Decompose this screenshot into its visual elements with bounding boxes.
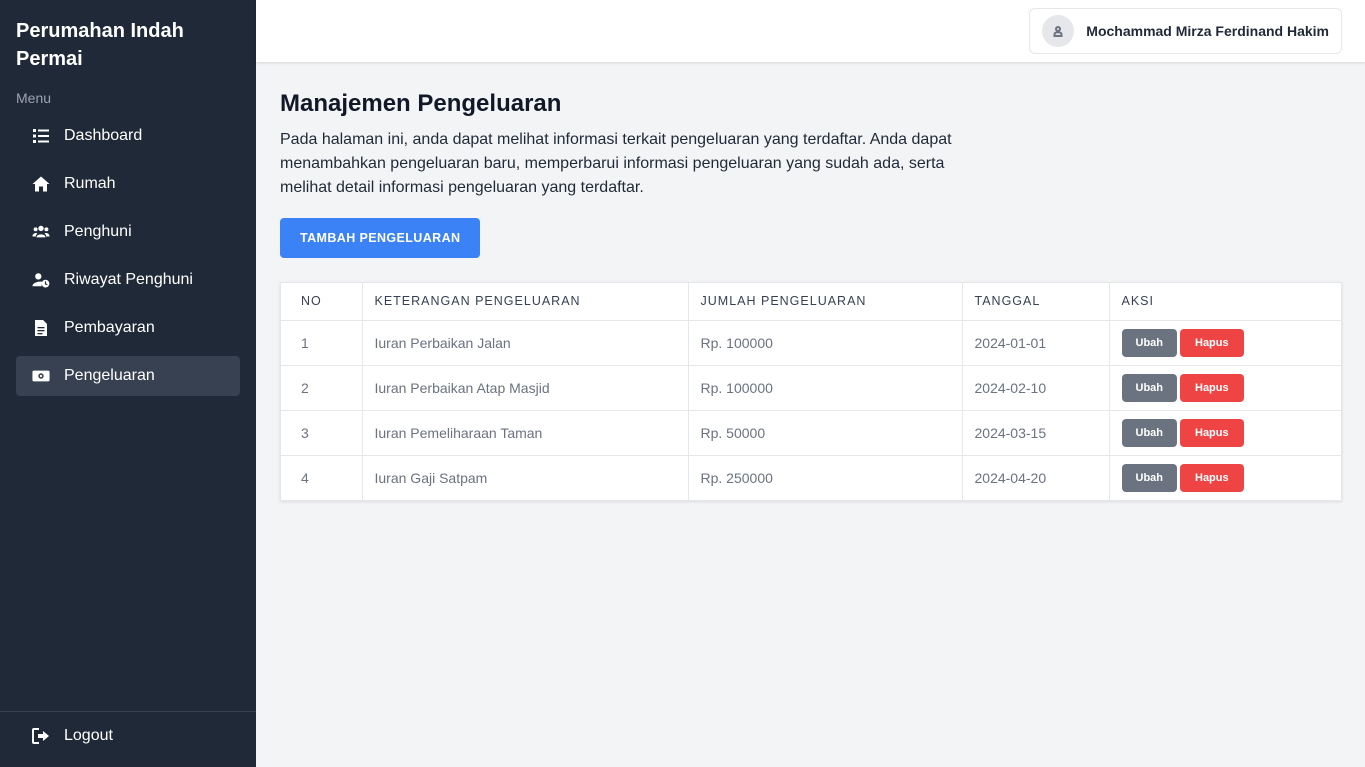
cell-aksi: Ubah Hapus xyxy=(1109,455,1341,500)
user-menu[interactable]: Mochammad Mirza Ferdinand Hakim xyxy=(1029,8,1342,54)
cell-jumlah: Rp. 100000 xyxy=(688,320,963,366)
list-icon xyxy=(32,127,50,145)
column-header-jumlah: JUMLAH PENGELUARAN xyxy=(688,283,963,321)
expense-table: NO KETERANGAN PENGELUARAN JUMLAH PENGELU… xyxy=(281,283,1341,500)
cell-tanggal: 2024-04-20 xyxy=(962,455,1110,500)
table-header-row: NO KETERANGAN PENGELUARAN JUMLAH PENGELU… xyxy=(281,283,1341,321)
delete-button[interactable]: Hapus xyxy=(1180,328,1244,357)
table-row: 4 Iuran Gaji Satpam Rp. 250000 2024-04-2… xyxy=(281,455,1341,500)
app-title: Perumahan Indah Permai xyxy=(16,20,184,70)
cell-tanggal: 2024-02-10 xyxy=(962,365,1110,411)
main-content: Manajemen Pengeluaran Pada halaman ini, … xyxy=(280,88,1342,501)
page-title: Manajemen Pengeluaran xyxy=(280,90,562,117)
column-header-keterangan: KETERANGAN PENGELUARAN xyxy=(362,283,689,321)
user-name: Mochammad Mirza Ferdinand Hakim xyxy=(1086,23,1329,39)
delete-button[interactable]: Hapus xyxy=(1180,463,1244,492)
cell-jumlah: Rp. 250000 xyxy=(688,455,963,500)
add-expense-button[interactable]: TAMBAH PENGELUARAN xyxy=(280,218,481,258)
home-icon xyxy=(32,175,50,193)
sidebar-item-penghuni[interactable]: Penghuni xyxy=(16,212,240,252)
document-icon xyxy=(32,319,50,337)
column-header-aksi: AKSI xyxy=(1109,283,1341,321)
sidebar-item-riwayat-penghuni[interactable]: Riwayat Penghuni xyxy=(16,260,240,300)
cell-keterangan: Iuran Perbaikan Jalan xyxy=(362,320,689,366)
sidebar-item-label: Dashboard xyxy=(64,127,143,144)
table-row: 2 Iuran Perbaikan Atap Masjid Rp. 100000… xyxy=(281,365,1341,411)
cell-no: 4 xyxy=(281,455,363,500)
sidebar-item-label: Rumah xyxy=(64,175,116,192)
logout-button[interactable]: Logout xyxy=(16,716,240,756)
cell-tanggal: 2024-01-01 xyxy=(962,320,1110,366)
sidebar-item-rumah[interactable]: Rumah xyxy=(16,164,240,204)
cell-keterangan: Iuran Perbaikan Atap Masjid xyxy=(362,365,689,411)
sidebar-item-label: Pengeluaran xyxy=(64,367,155,384)
cell-keterangan: Iuran Pemeliharaan Taman xyxy=(362,410,689,456)
edit-button[interactable]: Ubah xyxy=(1121,328,1177,357)
money-icon xyxy=(32,367,50,385)
user-clock-icon xyxy=(32,271,50,289)
edit-button[interactable]: Ubah xyxy=(1121,418,1177,447)
column-header-no: NO xyxy=(281,283,363,321)
cell-jumlah: Rp. 50000 xyxy=(688,410,963,456)
column-header-tanggal: TANGGAL xyxy=(962,283,1110,321)
edit-button[interactable]: Ubah xyxy=(1121,373,1177,402)
users-icon xyxy=(32,223,50,241)
delete-button[interactable]: Hapus xyxy=(1180,418,1244,447)
menu-label: Menu xyxy=(16,90,52,106)
cell-keterangan: Iuran Gaji Satpam xyxy=(362,455,689,500)
sidebar-nav: Dashboard Rumah Penghuni Riwayat Penghun… xyxy=(16,116,240,404)
cell-tanggal: 2024-03-15 xyxy=(962,410,1110,456)
page-description: Pada halaman ini, anda dapat melihat inf… xyxy=(280,131,952,196)
sidebar-divider xyxy=(0,711,256,712)
sidebar-item-pembayaran[interactable]: Pembayaran xyxy=(16,308,240,348)
logout-label: Logout xyxy=(64,727,113,744)
sidebar-item-label: Penghuni xyxy=(64,223,132,240)
avatar xyxy=(1042,15,1075,47)
cell-no: 3 xyxy=(281,410,363,456)
topbar: Mochammad Mirza Ferdinand Hakim xyxy=(256,0,1365,62)
user-icon xyxy=(1053,26,1063,37)
sidebar-item-label: Pembayaran xyxy=(64,319,155,336)
expense-table-container: NO KETERANGAN PENGELUARAN JUMLAH PENGELU… xyxy=(280,282,1342,501)
sidebar-item-dashboard[interactable]: Dashboard xyxy=(16,116,240,156)
cell-no: 1 xyxy=(281,320,363,366)
cell-no: 2 xyxy=(281,365,363,411)
logout-icon xyxy=(32,727,50,745)
table-row: 3 Iuran Pemeliharaan Taman Rp. 50000 202… xyxy=(281,410,1341,456)
cell-jumlah: Rp. 100000 xyxy=(688,365,963,411)
cell-aksi: Ubah Hapus xyxy=(1109,320,1341,366)
cell-aksi: Ubah Hapus xyxy=(1109,410,1341,456)
sidebar: Perumahan Indah Permai Menu Dashboard Ru… xyxy=(0,0,256,767)
cell-aksi: Ubah Hapus xyxy=(1109,365,1341,411)
edit-button[interactable]: Ubah xyxy=(1121,463,1177,492)
table-row: 1 Iuran Perbaikan Jalan Rp. 100000 2024-… xyxy=(281,320,1341,366)
sidebar-item-label: Riwayat Penghuni xyxy=(64,271,193,288)
sidebar-item-pengeluaran[interactable]: Pengeluaran xyxy=(16,356,240,396)
delete-button[interactable]: Hapus xyxy=(1180,373,1244,402)
